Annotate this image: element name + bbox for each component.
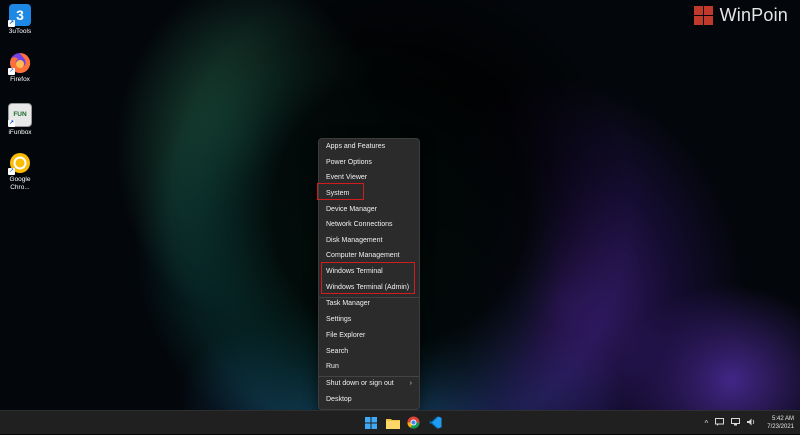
shortcut-arrow-icon: ↗ (8, 168, 15, 175)
clock-time: 5:42 AM (771, 416, 794, 422)
winpoin-watermark: WinPoin (693, 5, 788, 26)
firefox-icon: ↗ (8, 52, 31, 75)
desktop: 3 ↗ 3uTools ↗ Firefox FUN ↗ iFunbox ↗ Go… (0, 0, 800, 410)
desktop-icon-label: iFunbox (8, 129, 32, 136)
menu-item-network-connections[interactable]: Network Connections (319, 217, 419, 232)
system-tray: ^ 5:42 AM 7/23/2021 (705, 411, 794, 435)
menu-item-task-manager[interactable]: Task Manager (319, 296, 419, 311)
desktop-icon-label: Firefox (10, 76, 30, 83)
desktop-icon-label: 3uTools (8, 28, 32, 35)
menu-item-power-options[interactable]: Power Options (319, 155, 419, 170)
winpoin-text: WinPoin (719, 5, 788, 25)
feedback-icon[interactable] (715, 418, 725, 428)
menu-item-file-explorer[interactable]: File Explorer (319, 328, 419, 343)
menu-item-search[interactable]: Search (319, 344, 419, 359)
highlight-box-windows-terminal (321, 262, 415, 294)
shortcut-arrow-icon: ↗ (8, 20, 15, 27)
submenu-chevron-icon: › (409, 380, 412, 387)
menu-item-apps-and-features[interactable]: Apps and Features (319, 139, 419, 154)
file-explorer-icon[interactable] (385, 415, 400, 430)
3utools-icon: 3 ↗ (8, 4, 31, 27)
menu-item-computer-management[interactable]: Computer Management (319, 248, 419, 263)
chrome-icon[interactable] (406, 415, 421, 430)
clock-date: 7/23/2021 (767, 424, 794, 430)
taskbar: ^ 5:42 AM 7/23/2021 (0, 410, 800, 434)
menu-item-shut-down-or-sign-out[interactable]: Shut down or sign out › (319, 376, 419, 391)
desktop-icon-label: Google Chro... (9, 176, 31, 191)
google-chrome-icon: ↗ (8, 152, 31, 175)
desktop-icon-ifunbox[interactable]: FUN ↗ iFunbox (0, 103, 40, 137)
menu-item-device-manager[interactable]: Device Manager (319, 202, 419, 217)
menu-item-disk-management[interactable]: Disk Management (319, 233, 419, 248)
show-hidden-icons-chevron-icon[interactable]: ^ (705, 419, 709, 428)
taskbar-clock[interactable]: 5:42 AM 7/23/2021 (767, 415, 794, 431)
highlight-box-system (317, 183, 364, 200)
3utools-glyph: 3 (16, 7, 24, 23)
menu-item-settings[interactable]: Settings (319, 312, 419, 327)
desktop-icon-google-chrome[interactable]: ↗ Google Chro... (0, 152, 40, 192)
ifunbox-icon: FUN ↗ (8, 103, 32, 127)
ifunbox-glyph: FUN (13, 111, 27, 118)
volume-icon[interactable] (747, 418, 756, 428)
menu-item-label: Shut down or sign out (326, 380, 394, 387)
shortcut-arrow-icon: ↗ (8, 68, 15, 75)
winpoin-logo-icon (693, 5, 714, 26)
menu-item-run[interactable]: Run (319, 359, 419, 374)
shortcut-arrow-icon: ↗ (8, 120, 15, 127)
desktop-icon-3utools[interactable]: 3 ↗ 3uTools (0, 4, 40, 36)
start-icon[interactable] (363, 415, 378, 430)
menu-item-desktop[interactable]: Desktop (319, 392, 419, 407)
network-icon[interactable] (731, 418, 741, 428)
vscode-icon[interactable] (428, 415, 443, 430)
desktop-icon-firefox[interactable]: ↗ Firefox (0, 52, 40, 84)
